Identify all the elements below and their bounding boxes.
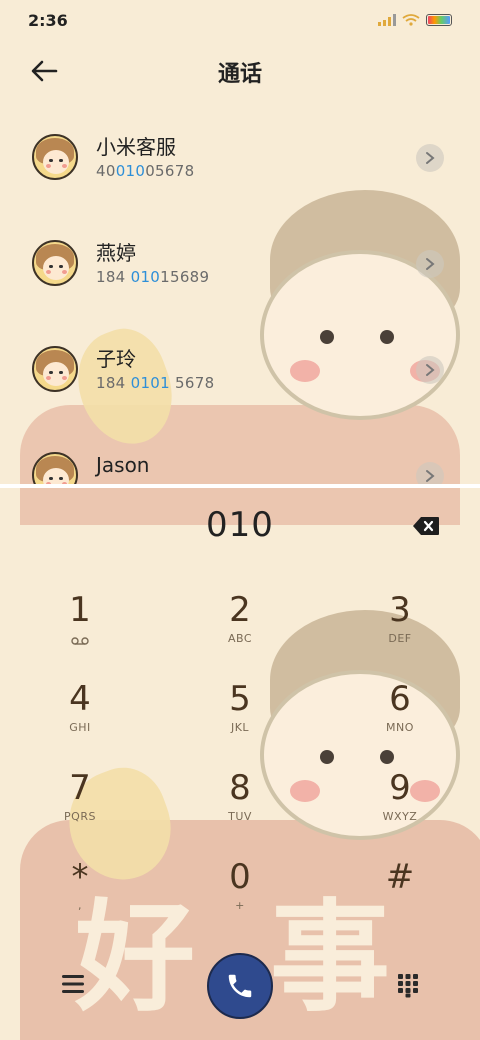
key-9[interactable]: 9 WXYZ — [340, 768, 460, 848]
chevron-right-icon — [426, 364, 435, 376]
contact-number: 184 01015689 — [96, 268, 210, 286]
key-digit: * — [71, 857, 89, 897]
key-letters: JKL — [230, 721, 250, 734]
key-digit: 4 — [69, 679, 91, 719]
key-3[interactable]: 3 DEF — [340, 590, 460, 670]
divider — [0, 484, 480, 488]
key-digit: # — [385, 857, 415, 897]
wifi-icon — [402, 14, 420, 26]
key-2[interactable]: 2 ABC — [180, 590, 300, 670]
contact-item[interactable]: 子玲 184 0101 5678 — [0, 332, 480, 438]
status-time: 2:36 — [28, 10, 68, 30]
dial-display: 010 — [0, 505, 480, 555]
dialpad-icon[interactable] — [396, 972, 420, 998]
key-digit: 2 — [229, 590, 251, 630]
key-digit: 7 — [69, 768, 91, 808]
contact-detail-button[interactable] — [416, 356, 444, 384]
key-digit: 9 — [389, 768, 411, 808]
key-letters: DEF — [388, 632, 412, 645]
bottom-bar — [0, 950, 480, 1030]
status-icons — [378, 14, 452, 26]
match-highlight: 010 — [130, 268, 161, 286]
avatar — [32, 134, 78, 180]
chevron-right-icon — [426, 152, 435, 164]
key-letters: TUV — [228, 810, 252, 823]
key-5[interactable]: 5 JKL — [180, 679, 300, 759]
key-7[interactable]: 7 PQRS — [20, 768, 140, 848]
contact-item[interactable]: 小米客服 4001005678 — [0, 120, 480, 226]
contact-number: 4001005678 — [96, 162, 195, 180]
signal-icon — [378, 14, 396, 26]
phone-icon — [228, 974, 252, 998]
key-digit: 1 — [69, 590, 91, 630]
key-letters: WXYZ — [382, 810, 418, 823]
key-digit: 3 — [389, 590, 411, 630]
voicemail-icon — [71, 637, 89, 645]
contact-detail-button[interactable] — [416, 462, 444, 484]
key-digit: 5 — [229, 679, 251, 719]
status-bar: 2:36 — [0, 0, 480, 40]
chevron-right-icon — [426, 470, 435, 482]
key-0[interactable]: 0 + — [180, 857, 300, 937]
key-letters: MNO — [386, 721, 414, 734]
menu-icon[interactable] — [60, 972, 86, 996]
key-6[interactable]: 6 MNO — [340, 679, 460, 759]
contact-name: 燕婷 — [96, 241, 136, 265]
header: 通话 — [0, 48, 480, 94]
key-letters: ABC — [227, 632, 253, 645]
key-8[interactable]: 8 TUV — [180, 768, 300, 848]
key-star[interactable]: * , — [20, 857, 140, 937]
avatar — [32, 346, 78, 392]
key-letters: PQRS — [64, 810, 96, 823]
contact-name: Jason — [96, 453, 150, 477]
key-letters: , — [78, 899, 82, 912]
page-title: 通话 — [217, 62, 262, 87]
contact-item[interactable]: 燕婷 184 01015689 — [0, 226, 480, 332]
contact-number: 184 0101 5678 — [96, 374, 215, 392]
battery-icon — [426, 14, 452, 26]
key-letters: GHI — [69, 721, 91, 734]
key-digit: 0 — [229, 857, 251, 897]
contact-detail-button[interactable] — [416, 250, 444, 278]
backspace-icon[interactable] — [412, 515, 440, 537]
key-letters: + — [235, 899, 245, 912]
key-digit: 6 — [389, 679, 411, 719]
match-highlight: 0101 — [130, 374, 170, 392]
key-digit: 8 — [229, 768, 251, 808]
contact-name: 子玲 — [96, 347, 136, 371]
contact-item[interactable]: Jason — [0, 438, 480, 484]
contact-name: 小米客服 — [96, 135, 176, 159]
contact-suggestions-list: 小米客服 4001005678 燕婷 184 01015689 子玲 184 0… — [0, 120, 480, 484]
avatar — [32, 240, 78, 286]
call-button[interactable] — [207, 953, 273, 1019]
chevron-right-icon — [426, 258, 435, 270]
avatar — [32, 452, 78, 484]
dialed-number[interactable]: 010 — [0, 505, 480, 545]
key-hash[interactable]: # — [340, 857, 460, 937]
match-highlight: 010 — [115, 162, 146, 180]
key-4[interactable]: 4 GHI — [20, 679, 140, 759]
contact-detail-button[interactable] — [416, 144, 444, 172]
key-1[interactable]: 1 — [20, 590, 140, 670]
